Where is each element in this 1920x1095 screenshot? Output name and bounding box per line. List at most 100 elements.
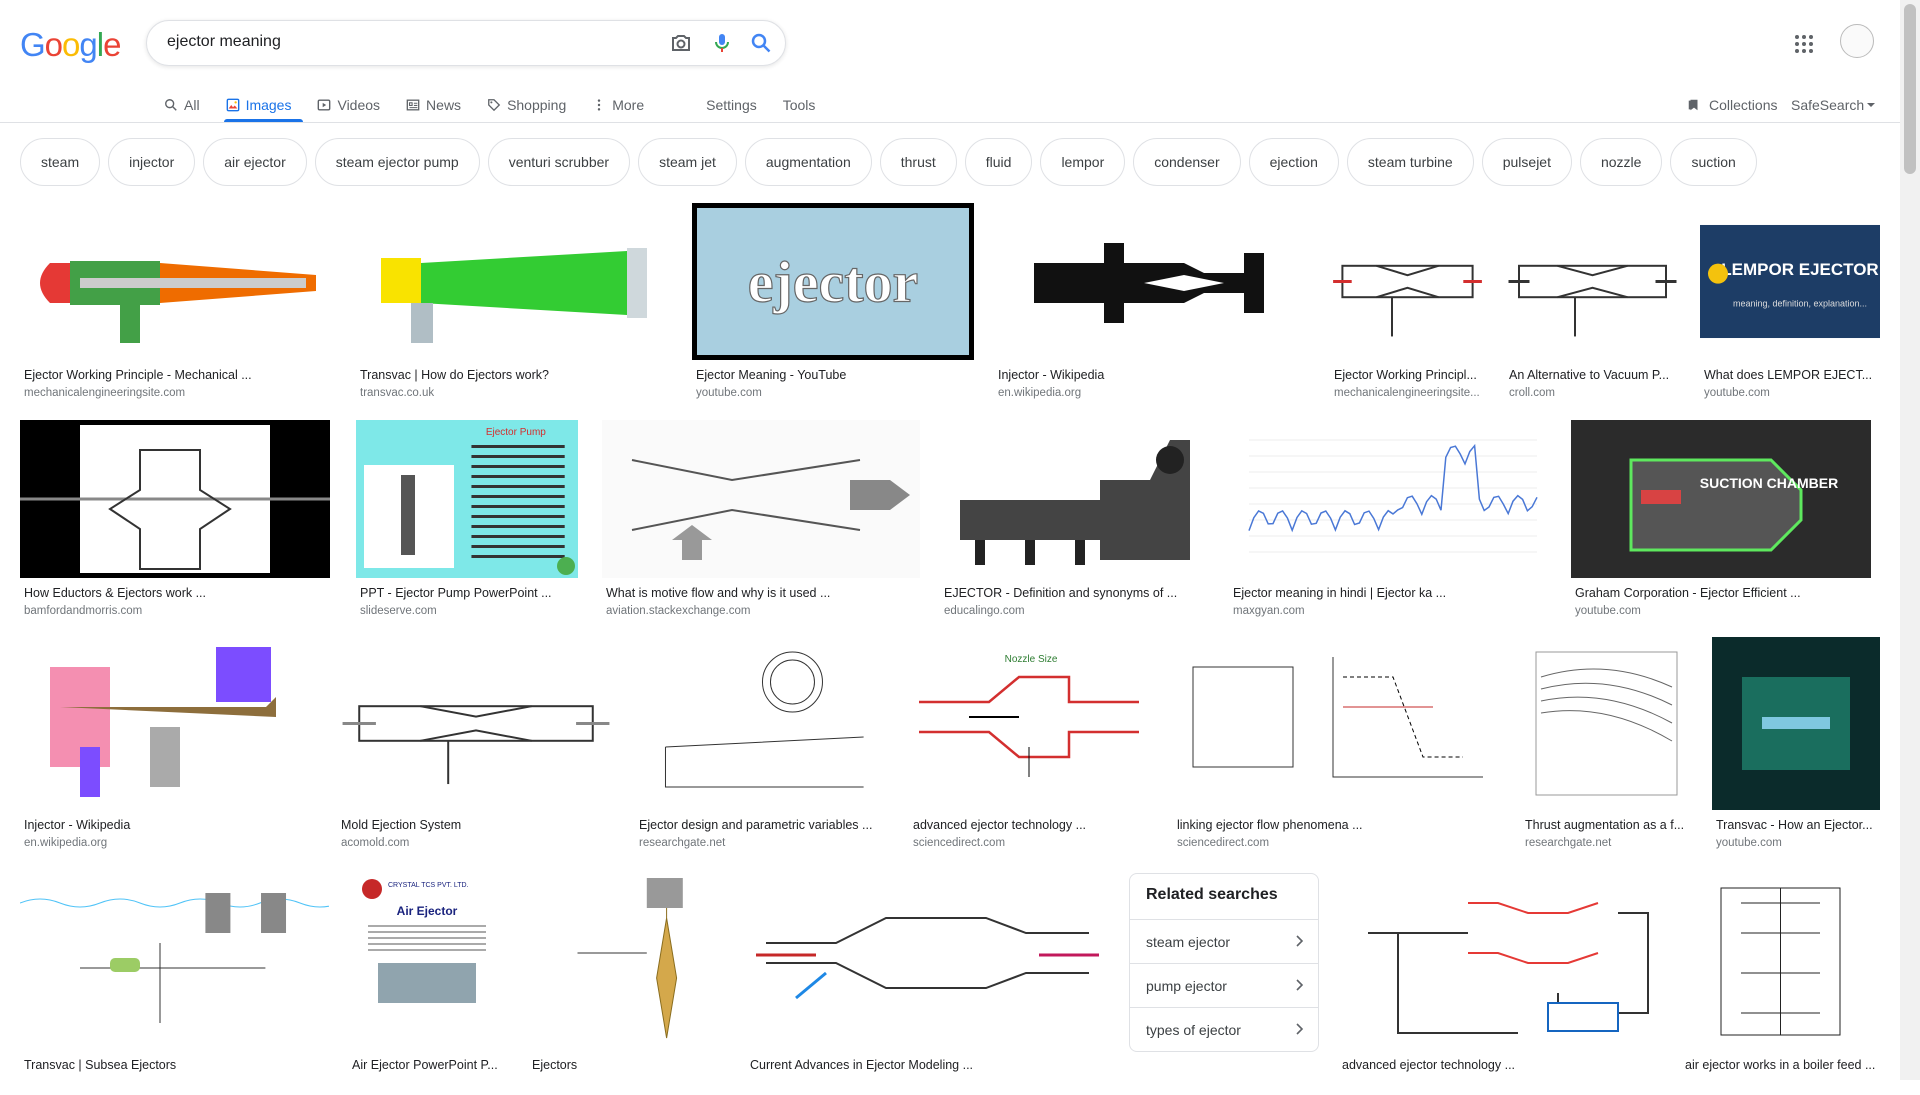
image-result[interactable]: Injector - Wikipedia en.wikipedia.org xyxy=(20,637,316,855)
tab-videos[interactable]: Videos xyxy=(317,88,392,122)
tab-more[interactable]: More xyxy=(592,88,656,122)
image-result[interactable]: What is motive flow and why is it used .… xyxy=(602,420,920,623)
chip-suction[interactable]: suction xyxy=(1670,138,1757,186)
chip-augmentation[interactable]: augmentation xyxy=(744,138,872,186)
tab-shopping[interactable]: Shopping xyxy=(487,88,578,122)
result-title[interactable]: Air Ejector PowerPoint P... xyxy=(352,1058,504,1072)
result-thumbnail[interactable] xyxy=(994,203,1310,360)
image-result[interactable]: Ejectors xyxy=(528,873,726,1095)
result-thumbnail[interactable] xyxy=(940,420,1210,578)
result-title[interactable]: Injector - Wikipedia xyxy=(24,818,314,832)
result-thumbnail[interactable] xyxy=(1505,203,1680,360)
image-result[interactable]: EJECTOR - Definition and synonyms of ...… xyxy=(940,420,1210,623)
image-result[interactable]: LEMPOR EJECTOR meaning, definition, expla… xyxy=(1700,203,1880,405)
result-title[interactable]: linking ejector flow phenomena ... xyxy=(1177,818,1499,832)
image-result[interactable]: advanced ejector technology ... xyxy=(1338,873,1661,1095)
result-title[interactable]: air ejector works in a boiler feed ... xyxy=(1685,1058,1878,1072)
result-title[interactable]: EJECTOR - Definition and synonyms of ... xyxy=(944,586,1208,600)
chip-condenser[interactable]: condenser xyxy=(1133,138,1241,186)
result-title[interactable]: Thrust augmentation as a f... xyxy=(1525,818,1690,832)
result-thumbnail[interactable] xyxy=(528,873,726,1050)
chip-steam-jet[interactable]: steam jet xyxy=(638,138,737,186)
mic-icon[interactable] xyxy=(710,31,734,55)
tab-images[interactable]: Images xyxy=(223,88,304,122)
image-result[interactable]: Ejector design and parametric variables … xyxy=(635,637,889,855)
result-thumbnail[interactable] xyxy=(337,637,615,810)
result-title[interactable]: Ejector meaning in hindi | Ejector ka ..… xyxy=(1233,586,1545,600)
page-scrollbar[interactable] xyxy=(1900,0,1920,1080)
result-thumbnail[interactable] xyxy=(356,203,672,360)
result-title[interactable]: Transvac | Subsea Ejectors xyxy=(24,1058,327,1072)
image-result[interactable]: Transvac | Subsea Ejectors xyxy=(20,873,329,1095)
result-title[interactable]: Transvac - How an Ejector... xyxy=(1716,818,1878,832)
result-title[interactable]: Current Advances in Ejector Modeling ... xyxy=(750,1058,1107,1072)
result-title[interactable]: Ejector Meaning - YouTube xyxy=(696,368,972,382)
tab-all[interactable]: All xyxy=(164,88,212,122)
tab-news[interactable]: News xyxy=(406,88,473,122)
result-thumbnail[interactable] xyxy=(1521,637,1692,810)
chip-thrust[interactable]: thrust xyxy=(879,138,957,186)
related-item[interactable]: steam ejector xyxy=(1130,919,1318,963)
chip-steam-ejector-pump[interactable]: steam ejector pump xyxy=(314,138,480,186)
result-thumbnail[interactable] xyxy=(1681,873,1880,1050)
result-title[interactable]: Ejector design and parametric variables … xyxy=(639,818,887,832)
image-result[interactable]: Transvac | How do Ejectors work? transvac… xyxy=(356,203,672,405)
result-thumbnail[interactable] xyxy=(20,637,316,810)
image-result[interactable]: air ejector works in a boiler feed ... xyxy=(1681,873,1880,1095)
result-thumbnail[interactable] xyxy=(20,873,329,1050)
result-thumbnail[interactable]: SUCTION CHAMBER xyxy=(1571,420,1871,578)
image-result[interactable]: Ejector meaning in hindi | Ejector ka ..… xyxy=(1229,420,1547,623)
image-result[interactable]: Transvac - How an Ejector... youtube.com xyxy=(1712,637,1880,855)
chip-fluid[interactable]: fluid xyxy=(964,138,1033,186)
result-thumbnail[interactable]: LEMPOR EJECTOR meaning, definition, expla… xyxy=(1700,203,1880,360)
image-result[interactable]: Thrust augmentation as a f... researchgat… xyxy=(1521,637,1692,855)
tools-link[interactable]: Tools xyxy=(783,88,828,122)
result-thumbnail[interactable] xyxy=(602,420,920,578)
result-thumbnail[interactable] xyxy=(20,203,336,360)
search-icon[interactable] xyxy=(749,31,773,55)
chip-pulsejet[interactable]: pulsejet xyxy=(1481,138,1572,186)
scrollbar-thumb[interactable] xyxy=(1904,4,1916,174)
chip-air-ejector[interactable]: air ejector xyxy=(203,138,307,186)
image-result[interactable]: Injector - Wikipedia en.wikipedia.org xyxy=(994,203,1310,405)
result-thumbnail[interactable]: CRYSTAL TCS PVT. LTD. Air Ejector xyxy=(348,873,506,1050)
result-title[interactable]: What does LEMPOR EJECT... xyxy=(1704,368,1878,382)
related-item[interactable]: pump ejector xyxy=(1130,963,1318,1007)
result-title[interactable]: Ejectors xyxy=(532,1058,724,1072)
result-thumbnail[interactable] xyxy=(1330,203,1485,360)
image-result[interactable]: Current Advances in Ejector Modeling ... xyxy=(746,873,1109,1095)
google-logo[interactable]: Google xyxy=(20,26,121,64)
chip-steam-turbine[interactable]: steam turbine xyxy=(1346,138,1474,186)
result-title[interactable]: PPT - Ejector Pump PowerPoint ... xyxy=(360,586,576,600)
result-thumbnail[interactable] xyxy=(1338,873,1661,1050)
result-title[interactable]: Transvac | How do Ejectors work? xyxy=(360,368,670,382)
result-thumbnail[interactable] xyxy=(20,420,330,578)
search-input[interactable]: ejector meaning xyxy=(167,33,281,51)
chip-steam[interactable]: steam xyxy=(20,138,101,186)
result-title[interactable]: Ejector Working Principl... xyxy=(1334,368,1483,382)
image-result[interactable]: CRYSTAL TCS PVT. LTD. Air Ejector Air Ejec… xyxy=(348,873,506,1095)
image-result[interactable]: An Alternative to Vacuum P... croll.com xyxy=(1505,203,1680,405)
image-result[interactable]: linking ejector flow phenomena ... scienc… xyxy=(1173,637,1501,855)
result-thumbnail[interactable] xyxy=(635,637,889,810)
image-result[interactable]: Nozzle Size advanced ejector technology .… xyxy=(909,637,1153,855)
chip-nozzle[interactable]: nozzle xyxy=(1579,138,1663,186)
result-thumbnail[interactable] xyxy=(746,873,1109,1050)
image-result[interactable]: ejector Ejector Meaning - YouTube youtube.… xyxy=(692,203,974,405)
camera-icon[interactable] xyxy=(669,31,693,55)
result-title[interactable]: Mold Ejection System xyxy=(341,818,613,832)
image-result[interactable]: Mold Ejection System acomold.com xyxy=(337,637,615,855)
image-result[interactable]: How Eductors & Ejectors work ... bamforda… xyxy=(20,420,330,623)
result-thumbnail[interactable]: Nozzle Size xyxy=(909,637,1153,810)
image-result[interactable]: Ejector Working Principl... mechanicaleng… xyxy=(1330,203,1485,405)
safesearch-menu[interactable]: SafeSearch xyxy=(1791,88,1876,122)
result-title[interactable]: Graham Corporation - Ejector Efficient .… xyxy=(1575,586,1869,600)
account-avatar[interactable] xyxy=(1840,24,1874,58)
image-result[interactable]: SUCTION CHAMBER Graham Corporation - Ejec… xyxy=(1571,420,1871,623)
result-thumbnail[interactable] xyxy=(1712,637,1880,810)
search-box[interactable]: ejector meaning xyxy=(146,20,786,66)
image-result[interactable]: Ejector Working Principle - Mechanical .… xyxy=(20,203,336,405)
result-title[interactable]: Injector - Wikipedia xyxy=(998,368,1308,382)
result-title[interactable]: What is motive flow and why is it used .… xyxy=(606,586,918,600)
result-title[interactable]: Ejector Working Principle - Mechanical .… xyxy=(24,368,334,382)
